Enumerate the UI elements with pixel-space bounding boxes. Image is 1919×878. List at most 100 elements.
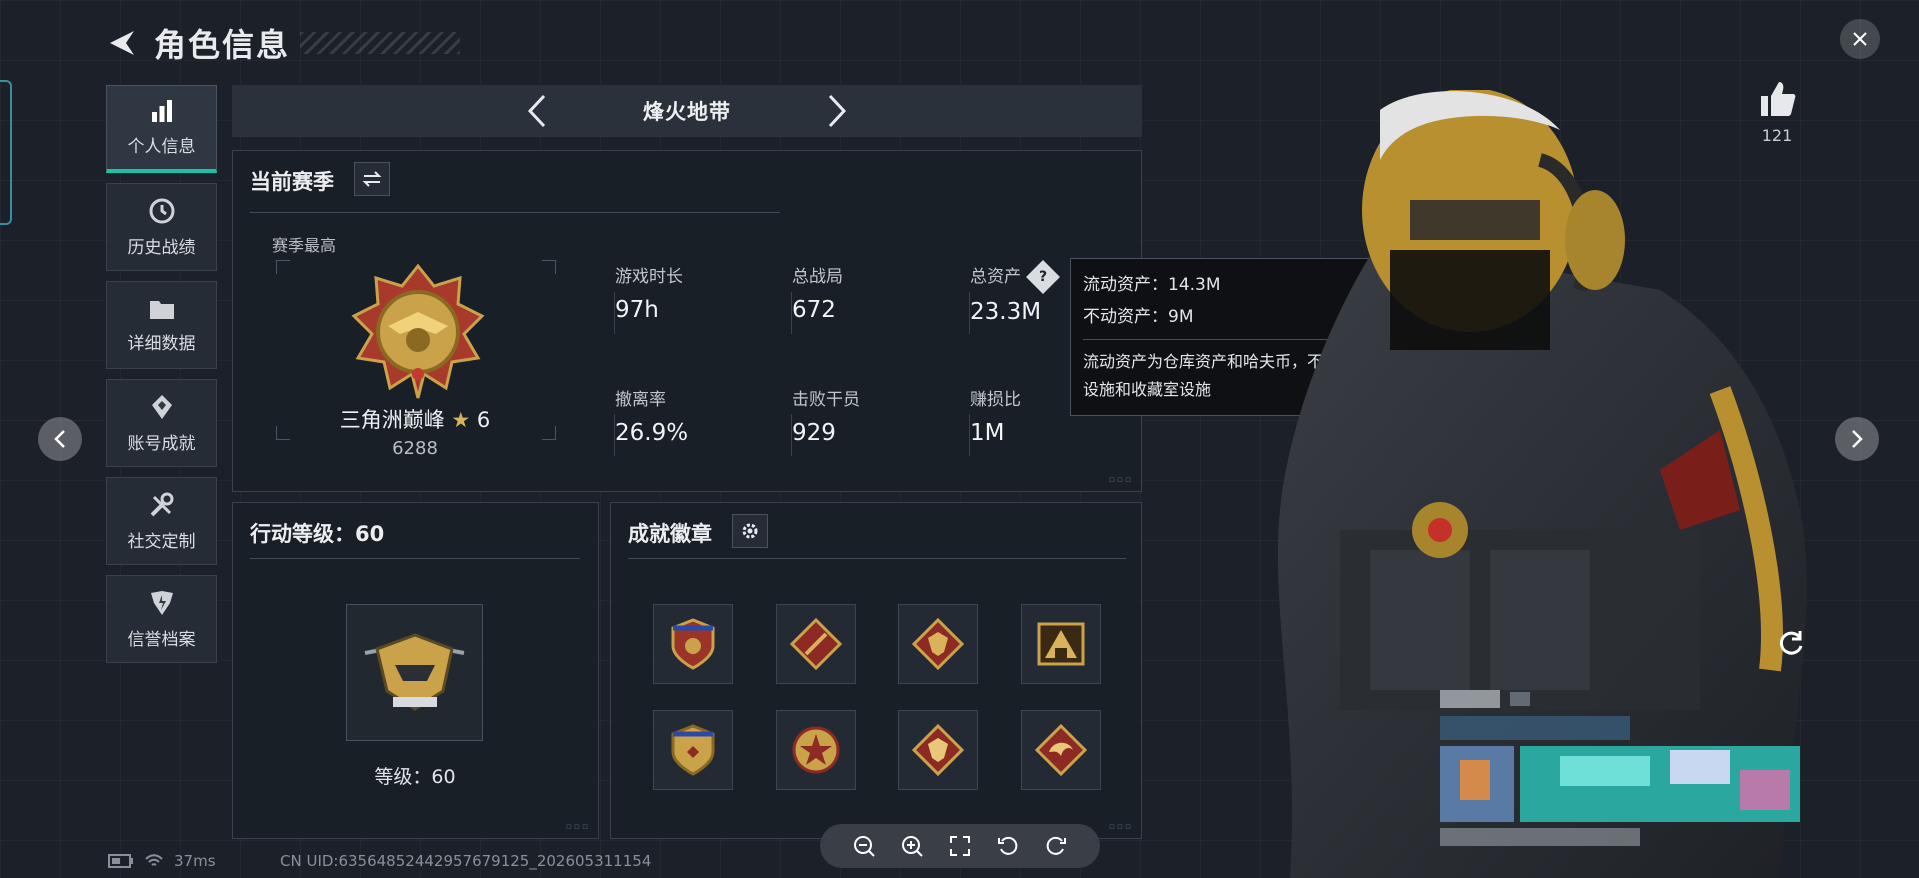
stat-extract-rate: 撤离率 26.9% (615, 385, 688, 446)
achievement-title: 成就徽章 (628, 522, 712, 546)
stat-divider (791, 292, 792, 334)
rank-name-text: 三角洲巅峰 (339, 408, 445, 432)
level-divider (250, 558, 580, 559)
mode-next-button[interactable] (817, 91, 857, 131)
achievement-settings-button[interactable] (732, 514, 768, 548)
sidebar-item-history[interactable]: 历史战绩 (106, 183, 217, 271)
tools-icon (148, 491, 176, 519)
achievement-gem-icon (149, 393, 175, 421)
badge-diamond-wolf-2[interactable] (898, 710, 978, 790)
corner-decoration: ▫▫▫ (1108, 475, 1133, 485)
rotate-right-button[interactable] (1041, 831, 1071, 861)
sidebar: 个人信息 历史战绩 详细数据 账号成就 社交定制 信誉档案 (106, 85, 217, 673)
rotate-right-icon (1046, 836, 1066, 855)
corner-decoration: ▫▫▫ (565, 822, 590, 832)
close-button[interactable] (1840, 19, 1880, 59)
season-switch-button[interactable] (354, 162, 390, 196)
badge-diamond-knife[interactable] (776, 604, 856, 684)
chevron-left-icon (54, 430, 65, 448)
rotate-left-icon (998, 836, 1018, 855)
rank-star-icon: ★ (451, 408, 471, 432)
level-emblem (346, 604, 483, 741)
stat-value: 929 (792, 420, 836, 446)
sidebar-item-personal-info[interactable]: 个人信息 (106, 85, 217, 173)
swap-icon (362, 171, 382, 187)
badge-triangle-gold[interactable] (1021, 604, 1101, 684)
back-arrow-icon[interactable] (104, 26, 138, 60)
sidebar-item-label: 历史战绩 (127, 237, 196, 258)
corner-decoration: ▫▫▫ (1108, 822, 1133, 832)
mode-prev-button[interactable] (517, 91, 557, 131)
badge-star-medal[interactable] (776, 710, 856, 790)
sidebar-item-label: 账号成就 (127, 433, 196, 454)
stat-kills: 击败干员 929 (792, 385, 860, 446)
fullscreen-icon (950, 836, 970, 856)
header: 角色信息 (104, 20, 461, 66)
sidebar-item-achievements[interactable]: 账号成就 (106, 379, 217, 467)
stat-label-text: 总资产 (970, 267, 1021, 287)
rank-emblem (348, 262, 488, 402)
stat-label: 赚损比 (970, 390, 1021, 410)
badge-shield-gold[interactable] (653, 710, 733, 790)
zoom-in-button[interactable] (897, 831, 927, 861)
folder-icon (148, 297, 176, 321)
chevron-right-icon (828, 94, 847, 128)
title-hatch-decoration (300, 32, 461, 54)
zoom-out-button[interactable] (849, 831, 879, 861)
zoom-in-icon (902, 836, 923, 857)
level-text: 等级：60 (374, 766, 456, 788)
help-icon[interactable]: ? (1026, 260, 1060, 294)
mode-title: 烽火地带 (643, 100, 731, 124)
rotate-model-button[interactable] (1772, 624, 1810, 662)
stat-play-time: 游戏时长 97h (615, 262, 683, 323)
prev-page-button[interactable] (38, 417, 82, 461)
stat-label: 击败干员 (792, 390, 860, 410)
stat-profit-ratio: 赚损比 1M (970, 385, 1021, 446)
zoom-out-icon (854, 836, 875, 857)
achievement-divider (628, 558, 1126, 559)
rank-stars: 6 (476, 408, 491, 432)
stat-divider (969, 414, 970, 456)
history-clock-icon (148, 197, 176, 225)
like-count: 121 (1761, 126, 1793, 145)
reputation-icon (148, 589, 176, 617)
status-bar: 37ms (108, 852, 216, 870)
stat-divider (614, 292, 615, 334)
page-title: 角色信息 (154, 26, 291, 64)
badge-diamond-wolf[interactable] (898, 604, 978, 684)
sidebar-item-detail-data[interactable]: 详细数据 (106, 281, 217, 369)
rotate-left-button[interactable] (993, 831, 1023, 861)
stat-value: 672 (792, 297, 836, 323)
stat-label: 撤离率 (615, 390, 666, 410)
next-page-button[interactable] (1835, 417, 1879, 461)
rank-name: 三角洲巅峰 ★ 6 (270, 404, 560, 434)
chevron-left-icon (527, 94, 546, 128)
rank-points: 6288 (392, 438, 438, 459)
left-edge-tab[interactable] (0, 80, 12, 225)
badge-diamond-dragon[interactable] (1021, 710, 1101, 790)
season-title: 当前赛季 (250, 170, 334, 194)
badge-shield-red[interactable] (653, 604, 733, 684)
like-widget[interactable]: 121 (1752, 80, 1802, 145)
stat-value: 97h (615, 297, 659, 323)
stat-label: 游戏时长 (615, 267, 683, 287)
close-icon (1853, 32, 1867, 46)
view-toolbar (820, 824, 1100, 868)
stat-label: 总资产? (970, 260, 1060, 294)
chevron-right-icon (1852, 430, 1863, 448)
sidebar-item-label: 社交定制 (127, 531, 196, 552)
sidebar-item-reputation[interactable]: 信誉档案 (106, 575, 217, 663)
stat-value: 1M (970, 420, 1005, 446)
gear-icon (742, 523, 758, 539)
sidebar-item-social[interactable]: 社交定制 (106, 477, 217, 565)
refresh-icon (1779, 631, 1803, 655)
level-title: 行动等级：60 (250, 522, 385, 546)
fullscreen-button[interactable] (945, 831, 975, 861)
stat-total-matches: 总战局 672 (792, 262, 843, 323)
season-best-label: 赛季最高 (272, 236, 337, 255)
season-divider (250, 212, 780, 213)
stat-value: 23.3M (970, 299, 1042, 325)
bar-chart-icon (149, 98, 175, 124)
wifi-icon (145, 854, 163, 866)
stat-value: 26.9% (615, 420, 689, 446)
